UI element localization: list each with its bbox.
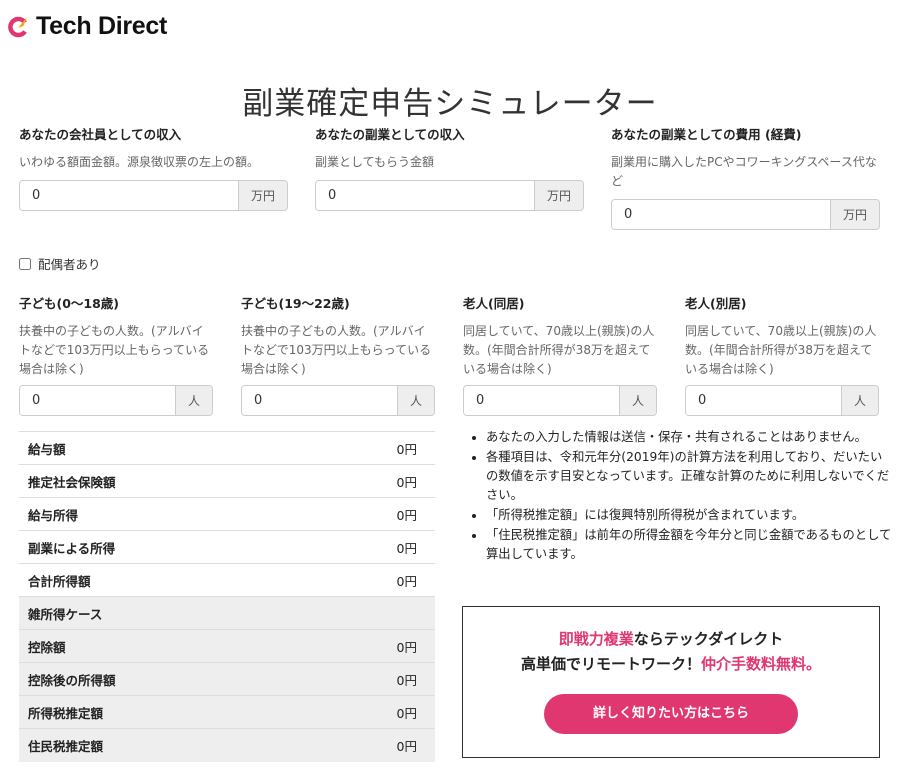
- field-description: 副業用に購入したPCやコワーキングスペース代など: [611, 155, 877, 188]
- field-label: 老人(別居): [685, 296, 747, 311]
- spouse-option[interactable]: 配偶者あり: [19, 254, 101, 273]
- table-row: 控除額 0円: [19, 629, 435, 663]
- table-row: 給与所得 0円: [19, 497, 435, 531]
- note-item: 「住民税推定額」は前年の所得金額を今年分と同じ金額であるものとして算出しています…: [486, 526, 894, 564]
- side-income-input-group: 万円: [315, 180, 584, 211]
- unit-addon: 万円: [534, 181, 583, 210]
- note-item: 各種項目は、令和元年分(2019年)の計算方法を利用しており、だいたいの数値を示…: [486, 448, 894, 505]
- note-item: 「所得税推定額」には復興特別所得税が含まれています。: [486, 506, 894, 525]
- table-row: 副業による所得 0円: [19, 530, 435, 564]
- field-label: 子ども(0〜18歳): [19, 296, 120, 311]
- spouse-checkbox[interactable]: [19, 257, 31, 270]
- table-row: 推定社会保険額 0円: [19, 464, 435, 498]
- unit-addon: 万円: [830, 200, 879, 229]
- field-description: 扶養中の子どもの人数。(アルバイトなどで103万円以上もらっている場合は除く): [19, 324, 210, 376]
- side-expense-input[interactable]: [612, 200, 830, 229]
- field-label: あなたの副業としての収入: [315, 127, 465, 142]
- result-label: 推定社会保険額: [19, 464, 306, 498]
- elderly-cohabiting-input-group: 人: [463, 385, 657, 416]
- elderly-separate-input[interactable]: [686, 386, 841, 415]
- field-description: 副業としてもらう金額: [315, 155, 435, 169]
- children-0-18-field: 子ども(0〜18歳) 扶養中の子どもの人数。(アルバイトなどで103万円以上もら…: [19, 296, 213, 416]
- children-0-18-input-group: 人: [19, 385, 213, 416]
- unit-addon: 人: [619, 386, 656, 415]
- table-row: 合計所得額 0円: [19, 563, 435, 597]
- result-label: 副業による所得: [19, 530, 306, 564]
- field-description: 同居していて、70歳以上(親族)の人数。(年間合計所得が38万を超えている場合は…: [463, 324, 655, 376]
- unit-addon: 人: [841, 386, 878, 415]
- table-row: 所得税推定額 0円: [19, 695, 435, 729]
- logo-icon: [6, 14, 32, 40]
- side-expense-field: あなたの副業としての費用 (経費) 副業用に購入したPCやコワーキングスペース代…: [611, 127, 880, 230]
- field-description: 扶養中の子どもの人数。(アルバイトなどで103万円以上もらっている場合は除く): [241, 324, 432, 376]
- banner-text: 高単価でリモートワーク！: [520, 655, 701, 673]
- page-title: 副業確定申告シミュレーター: [242, 86, 658, 122]
- result-value: [305, 596, 435, 630]
- result-value: 0円: [305, 662, 435, 696]
- table-section-header: 雑所得ケース: [19, 596, 435, 630]
- field-description: いわゆる額面金額。源泉徴収票の左上の額。: [19, 155, 260, 169]
- brand-logo[interactable]: Tech Direct: [6, 12, 167, 41]
- field-label: 老人(同居): [463, 296, 525, 311]
- learn-more-button[interactable]: 詳しく知りたい方はこちら: [544, 694, 798, 734]
- result-value: 0円: [305, 530, 435, 564]
- table-row: 給与額 0円: [19, 431, 435, 465]
- result-label: 給与所得: [19, 497, 306, 531]
- result-value: 0円: [305, 464, 435, 498]
- elderly-separate-field: 老人(別居) 同居していて、70歳以上(親族)の人数。(年間合計所得が38万を超…: [685, 296, 879, 416]
- banner-headline-1: 即戦力複業ならテックダイレクト: [463, 628, 879, 650]
- result-value: 0円: [305, 497, 435, 531]
- result-value: 0円: [305, 728, 435, 762]
- result-label: 雑所得ケース: [19, 596, 306, 630]
- result-label: 控除額: [19, 629, 306, 663]
- field-label: あなたの会社員としての収入: [19, 127, 182, 142]
- results-table: 給与額 0円 推定社会保険額 0円 給与所得 0円 副業による所得 0円 合計所得額 0円…: [19, 431, 435, 762]
- result-label: 給与額: [19, 431, 306, 465]
- side-income-field: あなたの副業としての収入 副業としてもらう金額 万円: [315, 127, 584, 211]
- elderly-separate-input-group: 人: [685, 385, 879, 416]
- note-item: あなたの入力した情報は送信・保存・共有されることはありません。: [486, 428, 894, 447]
- company-income-field: あなたの会社員としての収入 いわゆる額面金額。源泉徴収票の左上の額。 万円: [19, 127, 288, 211]
- elderly-cohabiting-field: 老人(同居) 同居していて、70歳以上(親族)の人数。(年間合計所得が38万を超…: [463, 296, 657, 416]
- field-description: 同居していて、70歳以上(親族)の人数。(年間合計所得が38万を超えている場合は…: [685, 324, 877, 376]
- banner-highlight: 仲介手数料無料。: [701, 655, 822, 673]
- children-19-22-input[interactable]: [242, 386, 397, 415]
- unit-addon: 人: [397, 386, 434, 415]
- field-label: 子ども(19〜22歳): [241, 296, 350, 311]
- result-label: 合計所得額: [19, 563, 306, 597]
- result-value: 0円: [305, 629, 435, 663]
- company-income-input[interactable]: [20, 181, 238, 210]
- company-income-input-group: 万円: [19, 180, 288, 211]
- field-label: あなたの副業としての費用 (経費): [611, 127, 802, 142]
- elderly-cohabiting-input[interactable]: [464, 386, 619, 415]
- children-19-22-input-group: 人: [241, 385, 435, 416]
- result-label: 住民税推定額: [19, 728, 306, 762]
- banner-text: ならテックダイレクト: [633, 630, 784, 648]
- table-row: 控除後の所得額 0円: [19, 662, 435, 696]
- spouse-label: 配偶者あり: [38, 257, 101, 272]
- result-value: 0円: [305, 563, 435, 597]
- banner-highlight: 即戦力複業: [558, 630, 634, 648]
- unit-addon: 人: [175, 386, 212, 415]
- tech-direct-banner: 即戦力複業ならテックダイレクト 高単価でリモートワーク！仲介手数料無料。 詳しく…: [462, 606, 880, 758]
- notes-list: あなたの入力した情報は送信・保存・共有されることはありません。 各種項目は、令和…: [470, 428, 894, 565]
- children-0-18-input[interactable]: [20, 386, 175, 415]
- children-19-22-field: 子ども(19〜22歳) 扶養中の子どもの人数。(アルバイトなどで103万円以上も…: [241, 296, 435, 416]
- result-label: 所得税推定額: [19, 695, 306, 729]
- side-expense-input-group: 万円: [611, 199, 880, 230]
- result-label: 控除後の所得額: [19, 662, 306, 696]
- table-row: 住民税推定額 0円: [19, 728, 435, 762]
- banner-headline-2: 高単価でリモートワーク！仲介手数料無料。: [463, 653, 879, 675]
- brand-name: Tech Direct: [36, 12, 168, 40]
- unit-addon: 万円: [238, 181, 287, 210]
- result-value: 0円: [305, 431, 435, 465]
- result-value: 0円: [305, 695, 435, 729]
- side-income-input[interactable]: [316, 181, 534, 210]
